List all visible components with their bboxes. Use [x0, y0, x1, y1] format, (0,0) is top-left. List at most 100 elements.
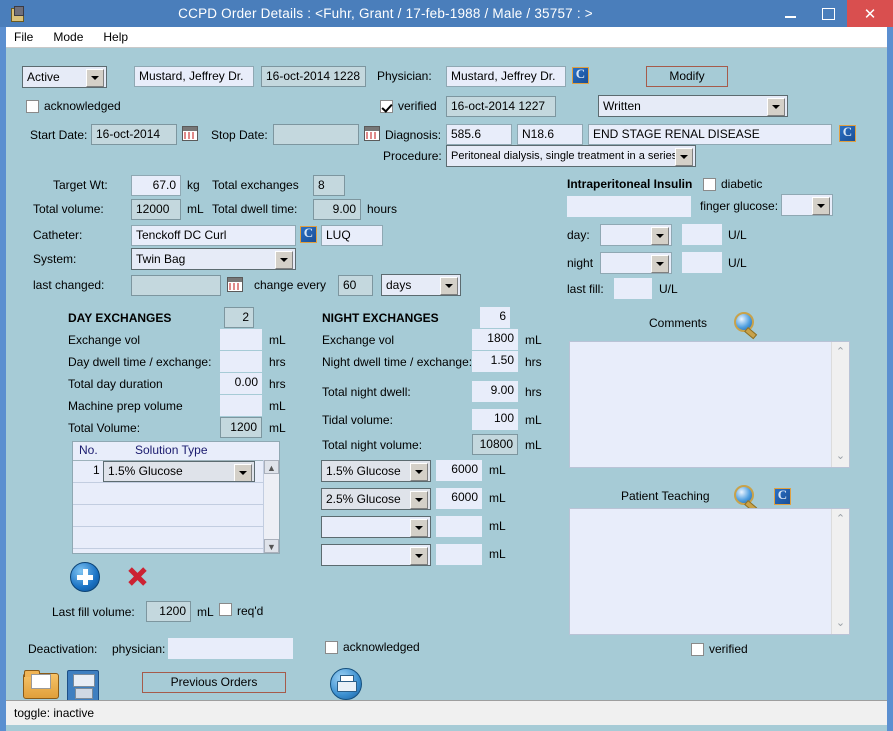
previous-orders-button[interactable]: Previous Orders	[142, 672, 286, 693]
scroll-down-icon[interactable]: ⌄	[832, 615, 849, 632]
night-solution-volume-2[interactable]	[436, 516, 482, 537]
last-changed-label: last changed:	[33, 278, 105, 292]
table-row[interactable]	[73, 505, 279, 527]
menu-item-file[interactable]: File	[14, 30, 33, 44]
maximize-button[interactable]	[809, 0, 847, 27]
teaching-verified-label: verified	[709, 642, 748, 656]
diabetic-checkbox[interactable]	[703, 178, 716, 191]
night-solution-select-1[interactable]: 2.5% Glucose	[321, 488, 431, 510]
day-row-label-2: Total day duration	[68, 377, 163, 391]
target-wt-label: Target Wt:	[53, 178, 108, 192]
menu-item-mode[interactable]: Mode	[53, 30, 83, 44]
last-changed-field[interactable]	[131, 275, 221, 296]
day-row-value-3[interactable]	[220, 395, 262, 416]
night-row-unit-4: mL	[525, 438, 542, 452]
insulin-type-field[interactable]	[567, 196, 691, 217]
day-row-unit-4: mL	[269, 421, 286, 435]
calendar-icon[interactable]	[182, 126, 198, 141]
order-type-select[interactable]: Written	[598, 95, 788, 117]
table-row[interactable]	[73, 483, 279, 505]
night-row-value-1[interactable]: 1.50	[472, 351, 518, 372]
scroll-up-icon[interactable]: ▲	[264, 460, 279, 474]
day-row-unit-3: mL	[269, 399, 286, 413]
night-solution-volume-1[interactable]: 6000	[436, 488, 482, 509]
last-fill-volume-field[interactable]: 1200	[146, 601, 191, 622]
entered-datetime-field: 16-oct-2014 1228	[261, 66, 366, 87]
total-dwell-field: 9.00	[313, 199, 361, 220]
entered-by-field[interactable]: Mustard, Jeffrey Dr.	[134, 66, 254, 87]
insulin-day-value-field[interactable]	[682, 224, 722, 245]
reference-icon[interactable]	[300, 225, 317, 243]
verified-checkbox[interactable]	[380, 100, 393, 113]
add-icon[interactable]	[70, 562, 100, 592]
insulin-day-select[interactable]	[600, 224, 672, 246]
finger-glucose-select[interactable]	[781, 194, 833, 216]
table-row[interactable]: 1 1.5% Glucose	[73, 461, 279, 483]
print-icon[interactable]	[330, 668, 362, 700]
physician-field[interactable]: Mustard, Jeffrey Dr.	[446, 66, 566, 87]
delete-icon[interactable]	[125, 565, 149, 589]
menu-item-help[interactable]: Help	[103, 30, 128, 44]
start-date-field[interactable]: 16-oct-2014	[91, 124, 177, 145]
patient-teaching-scrollbar[interactable]: ⌃ ⌄	[831, 509, 849, 634]
system-select[interactable]: Twin Bag	[131, 248, 296, 270]
catheter-field[interactable]: Tenckoff DC Curl	[131, 225, 296, 246]
insulin-day-unit: U/L	[728, 228, 747, 242]
day-row-unit-0: mL	[269, 333, 286, 347]
reference-icon[interactable]	[572, 66, 589, 84]
target-wt-unit: kg	[187, 178, 200, 192]
night-row-value-0[interactable]: 1800	[472, 329, 518, 350]
change-every-field[interactable]: 60	[338, 275, 373, 296]
comments-scrollbar[interactable]: ⌃ ⌄	[831, 342, 849, 467]
table-row[interactable]	[73, 527, 279, 549]
night-solution-select-2[interactable]	[321, 516, 431, 538]
night-solution-select-0[interactable]: 1.5% Glucose	[321, 460, 431, 482]
acknowledged-checkbox[interactable]	[26, 100, 39, 113]
deactivation-physician-field[interactable]	[168, 638, 293, 659]
insulin-last-fill-field[interactable]	[614, 278, 652, 299]
folder-open-icon[interactable]	[23, 670, 59, 699]
day-row-value-0[interactable]	[220, 329, 262, 350]
save-icon[interactable]	[67, 670, 99, 702]
teaching-verified-checkbox[interactable]	[691, 643, 704, 656]
night-solution-volume-0[interactable]: 6000	[436, 460, 482, 481]
menu-bar: File Mode Help	[6, 27, 887, 48]
row-solution-select[interactable]: 1.5% Glucose	[103, 461, 255, 482]
diagnosis-code1-field[interactable]: 585.6	[446, 124, 512, 145]
night-row-unit-0: mL	[525, 333, 542, 347]
reference-icon[interactable]	[839, 124, 856, 142]
night-solution-select-3[interactable]	[321, 544, 431, 566]
scroll-up-icon[interactable]: ⌃	[832, 344, 849, 361]
insulin-night-value-field[interactable]	[682, 252, 722, 273]
diagnosis-text-field[interactable]: END STAGE RENAL DISEASE	[588, 124, 832, 145]
scroll-down-icon[interactable]: ⌄	[832, 448, 849, 465]
deactivation-acknowledged-checkbox[interactable]	[325, 641, 338, 654]
minimize-button[interactable]	[771, 0, 809, 27]
reference-icon[interactable]	[774, 487, 791, 505]
modify-button[interactable]: Modify	[646, 66, 728, 87]
scroll-down-icon[interactable]: ▼	[264, 539, 279, 553]
form-canvas: Active Mustard, Jeffrey Dr. 16-oct-2014 …	[6, 48, 887, 702]
patient-teaching-textarea[interactable]: ⌃ ⌄	[569, 508, 850, 635]
scroll-up-icon[interactable]: ⌃	[832, 511, 849, 528]
change-every-unit-select[interactable]: days	[381, 274, 461, 296]
comments-textarea[interactable]: ⌃ ⌄	[569, 341, 850, 468]
magnifier-icon[interactable]	[733, 312, 759, 340]
table-scrollbar[interactable]: ▲ ▼	[263, 460, 279, 553]
target-wt-field[interactable]: 67.0	[131, 175, 181, 196]
patient-teaching-label: Patient Teaching	[621, 489, 710, 503]
calendar-icon[interactable]	[227, 277, 243, 292]
insulin-night-select[interactable]	[600, 252, 672, 274]
reqd-checkbox[interactable]	[219, 603, 232, 616]
night-solution-volume-3[interactable]	[436, 544, 482, 565]
night-row-value-3[interactable]: 100	[472, 409, 518, 430]
close-button[interactable]: ✕	[847, 0, 893, 27]
catheter-site-field[interactable]: LUQ	[321, 225, 383, 246]
calendar-icon[interactable]	[364, 126, 380, 141]
procedure-select[interactable]: Peritoneal dialysis, single treatment in…	[446, 145, 696, 167]
diagnosis-code2-field[interactable]: N18.6	[517, 124, 583, 145]
physician-label: Physician:	[377, 69, 432, 83]
stop-date-field[interactable]	[273, 124, 359, 145]
order-status-select[interactable]: Active	[22, 66, 107, 88]
day-row-value-1[interactable]	[220, 351, 262, 372]
